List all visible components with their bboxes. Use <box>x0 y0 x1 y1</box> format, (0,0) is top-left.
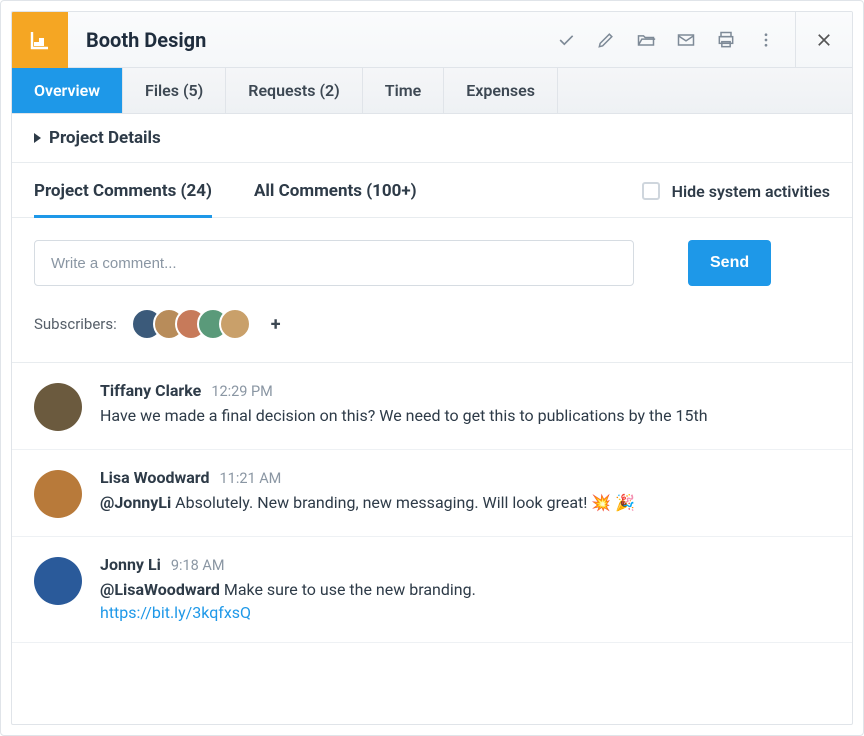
comment-avatar[interactable] <box>34 557 82 605</box>
comment-body: Lisa Woodward 11:21 AM @JonnyLi Absolutely… <box>100 468 830 514</box>
compose-area: Send Subscribers: + <box>12 218 852 363</box>
comment-text: @JonnyLi Absolutely. New branding, new m… <box>100 491 830 514</box>
tab-overview[interactable]: Overview <box>12 68 123 113</box>
hide-system-label: Hide system activities <box>672 182 830 201</box>
comment-body: Tiffany Clarke 12:29 PM Have we made a fin… <box>100 381 830 427</box>
more-icon[interactable] <box>753 27 779 53</box>
comment-author: Tiffany Clarke <box>100 381 201 400</box>
mention[interactable]: @JonnyLi <box>100 493 171 512</box>
subscriber-avatars <box>131 308 251 340</box>
tab-files[interactable]: Files (5) <box>123 68 226 113</box>
comment-item: Lisa Woodward 11:21 AM @JonnyLi Absolutely… <box>12 450 852 537</box>
comment-time: 9:18 AM <box>171 557 225 574</box>
comment-author: Jonny Li <box>100 555 161 574</box>
add-subscriber-button[interactable]: + <box>271 314 281 335</box>
subscribers-row: Subscribers: + <box>34 308 830 340</box>
tab-all-comments[interactable]: All Comments (100+) <box>254 181 417 217</box>
comment-input[interactable] <box>34 240 634 286</box>
folder-icon[interactable] <box>633 27 659 53</box>
tab-requests[interactable]: Requests (2) <box>226 68 362 113</box>
comment-time: 12:29 PM <box>211 383 273 400</box>
project-logo <box>12 12 68 68</box>
edit-icon[interactable] <box>593 27 619 53</box>
comment-avatar[interactable] <box>34 470 82 518</box>
project-title: Booth Design <box>86 28 553 52</box>
close-icon <box>815 31 833 49</box>
panel-inner: Booth Design <box>11 11 853 725</box>
comment-text: @LisaWoodward Make sure to use the new b… <box>100 578 830 624</box>
compose-row: Send <box>34 240 830 286</box>
comment-item: Tiffany Clarke 12:29 PM Have we made a fin… <box>12 363 852 450</box>
comment-author: Lisa Woodward <box>100 468 210 487</box>
main-tabs: Overview Files (5) Requests (2) Time Exp… <box>12 68 852 114</box>
close-button[interactable] <box>796 12 852 68</box>
hide-system-row: Hide system activities <box>642 182 830 217</box>
comment-link[interactable]: https://bit.ly/3kqfxsQ <box>100 603 251 622</box>
comment-avatar[interactable] <box>34 383 82 431</box>
comment-tabs: Project Comments (24) All Comments (100+… <box>12 163 852 218</box>
project-details-section: Project Details <box>12 114 852 163</box>
send-button[interactable]: Send <box>688 240 771 286</box>
mention[interactable]: @LisaWoodward <box>100 580 220 599</box>
subscribers-label: Subscribers: <box>34 315 117 333</box>
comment-time: 11:21 AM <box>220 470 282 487</box>
comment-body: Jonny Li 9:18 AM @LisaWoodward Make sure t… <box>100 555 830 624</box>
comment-item: Jonny Li 9:18 AM @LisaWoodward Make sure t… <box>12 537 852 643</box>
subscriber-avatar[interactable] <box>219 308 251 340</box>
mail-icon[interactable] <box>673 27 699 53</box>
check-icon[interactable] <box>553 27 579 53</box>
chevron-right-icon <box>34 133 41 143</box>
tab-expenses[interactable]: Expenses <box>444 68 558 113</box>
stairs-icon <box>28 28 52 52</box>
tab-time[interactable]: Time <box>363 68 445 113</box>
comments-list[interactable]: Tiffany Clarke 12:29 PM Have we made a fin… <box>12 363 852 724</box>
project-panel: Booth Design <box>0 0 864 736</box>
panel-header: Booth Design <box>12 12 852 68</box>
tab-project-comments[interactable]: Project Comments (24) <box>34 181 212 217</box>
header-actions <box>553 27 785 53</box>
print-icon[interactable] <box>713 27 739 53</box>
project-details-toggle[interactable]: Project Details <box>34 128 830 148</box>
project-details-label: Project Details <box>49 128 161 148</box>
hide-system-checkbox[interactable] <box>642 182 660 200</box>
comment-text: Have we made a final decision on this? W… <box>100 404 830 427</box>
